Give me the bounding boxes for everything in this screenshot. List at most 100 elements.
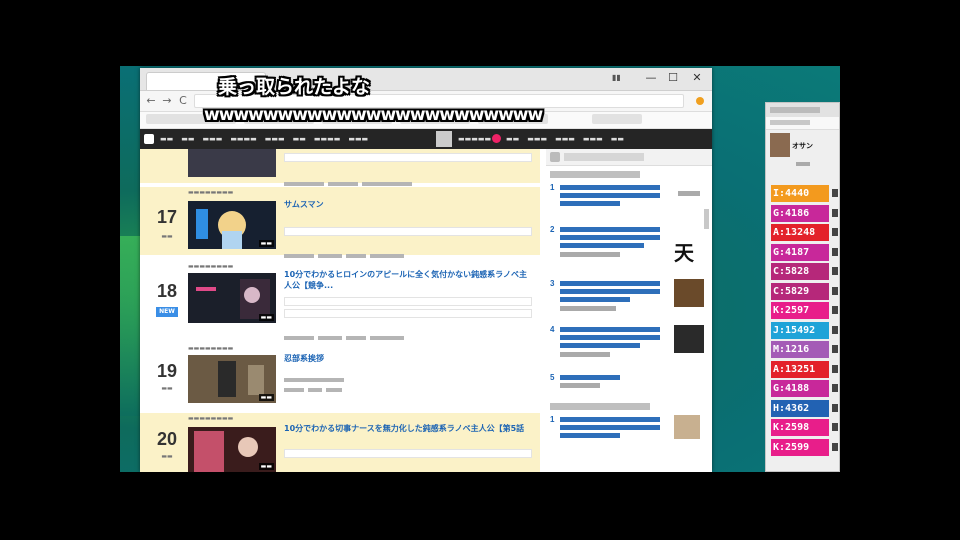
sidebar-item-link[interactable] <box>560 281 660 286</box>
user-avatar[interactable] <box>436 131 452 147</box>
video-stats <box>284 243 484 258</box>
sidebar-item-link[interactable] <box>560 343 640 348</box>
sidebar-item-link[interactable] <box>560 433 620 438</box>
video-duration: ▬▬ <box>258 240 274 247</box>
sidebar-item-link[interactable] <box>560 425 660 430</box>
video-thumbnail[interactable]: ▬▬ <box>188 273 276 323</box>
sidebar-item-thumbnail[interactable] <box>674 415 700 439</box>
sidebar-item-link[interactable] <box>560 417 660 422</box>
ranking-row[interactable]: ▬▬▬▬▬▬▬▬ 17 ▬▬ ▬▬ サムスマン <box>140 187 540 258</box>
sidebar-item-link[interactable] <box>560 297 630 302</box>
comment-text-fragment <box>832 189 838 197</box>
video-thumbnail[interactable]: ▬▬ <box>188 201 276 249</box>
profile-chip[interactable]: ▮▮ <box>612 73 621 82</box>
sidebar-item-number: 1 <box>550 415 555 424</box>
sidebar-item-link[interactable] <box>560 227 660 232</box>
ranking-row[interactable]: ▬▬▬▬▬▬▬▬ 20 ▬▬ ▬▬ 10分でわかる切事ナースを無力化した鈍感系ラ… <box>140 413 540 472</box>
sidebar-item-link[interactable] <box>560 375 620 380</box>
video-thumbnail[interactable]: ▬▬ <box>188 427 276 472</box>
ranking-row[interactable] <box>140 149 540 186</box>
ranking-row[interactable]: ▬▬▬▬▬▬▬▬ 18 NEW ▬▬ 10分でわかるヒロインのアピールに全く気付… <box>140 259 540 341</box>
comment-user-tag[interactable]: G:4187 <box>771 243 829 261</box>
upload-date: ▬▬▬▬▬▬▬▬ <box>188 263 234 270</box>
site-menu-right[interactable]: ▬▬ ▬▬▬ ▬▬▬ ▬▬▬ ▬▬ <box>506 129 632 149</box>
sidebar-item-link[interactable] <box>560 201 620 206</box>
sidebar: 1 2 天 3 4 5 1 <box>546 149 712 472</box>
comment-user-tag[interactable]: J:15492 <box>771 321 829 339</box>
comment-user-tag[interactable]: C:5828 <box>771 263 829 280</box>
rank-change: ▬▬ <box>161 453 173 460</box>
comment-user-tag[interactable]: A:13248 <box>771 224 829 241</box>
comment-user-tag[interactable]: A:13251 <box>771 360 829 378</box>
comment-user-tag[interactable]: H:4362 <box>771 399 829 417</box>
sidebar-item-link[interactable] <box>560 327 660 332</box>
sidebar-item-number: 4 <box>550 325 555 334</box>
sidebar-item[interactable]: 3 <box>550 279 710 313</box>
sidebar-item-link[interactable] <box>560 185 660 190</box>
sidebar-kanji-thumbnail[interactable]: 天 <box>674 237 694 266</box>
sidebar-item-thumbnail[interactable] <box>674 325 704 353</box>
column-header <box>796 162 810 166</box>
comment-text-fragment <box>832 267 838 275</box>
section-heading <box>550 171 640 178</box>
sidebar-item[interactable]: 1 <box>550 415 710 449</box>
sidebar-item-link[interactable] <box>560 193 660 198</box>
video-description <box>284 367 484 382</box>
extension-icon[interactable] <box>696 97 704 105</box>
reload-icon[interactable]: C <box>176 94 190 108</box>
overlay-comment: wwwwwwwwwwwwwwwwwwwwwww <box>204 105 543 125</box>
comment-user-tag[interactable]: M:1216 <box>771 341 829 358</box>
browser-window: ▮▮ — ☐ ✕ ← → C ▬▬ ▬▬ ▬▬▬ ▬▬▬▬ ▬▬▬ ▬▬ ▬▬▬▬ ▬▬▬ <box>140 68 712 472</box>
sidebar-item-link[interactable] <box>560 235 660 240</box>
video-description <box>284 309 532 318</box>
forward-icon[interactable]: → <box>160 94 174 108</box>
comment-user-tag[interactable]: K:2599 <box>771 438 829 456</box>
site-logo-icon[interactable] <box>144 134 154 144</box>
sidebar-item-link[interactable] <box>560 289 660 294</box>
video-thumbnail[interactable] <box>188 149 276 177</box>
video-description <box>284 227 532 236</box>
video-stats <box>284 377 484 392</box>
comment-text-fragment <box>832 384 838 392</box>
comment-user-tag[interactable]: K:2598 <box>771 419 829 436</box>
sidebar-item-meta <box>560 252 620 257</box>
sidebar-item-meta <box>560 306 616 311</box>
comment-text-fragment <box>832 286 838 295</box>
video-title[interactable]: 忍部系挨拶 <box>284 353 534 364</box>
sidebar-item-link[interactable] <box>560 243 644 248</box>
sidebar-item-meta <box>560 383 600 388</box>
sidebar-item[interactable]: 1 <box>550 183 710 217</box>
rank-number: 19 <box>156 361 178 381</box>
maximize-button[interactable]: ☐ <box>662 71 684 84</box>
minimize-button[interactable]: — <box>640 71 662 84</box>
site-navigation: ▬▬ ▬▬ ▬▬▬ ▬▬▬▬ ▬▬▬ ▬▬ ▬▬▬▬ ▬▬▬ ▬▬▬▬▬ ▬▬ ▬▬▬ ▬▬▬ ▬▬… <box>140 129 712 149</box>
site-menu[interactable]: ▬▬ ▬▬ ▬▬▬ ▬▬▬▬ ▬▬▬ ▬▬ ▬▬▬▬ ▬▬▬ <box>160 129 376 149</box>
video-description <box>284 153 532 162</box>
video-title[interactable]: サムスマン <box>284 199 534 210</box>
video-title[interactable]: 10分でわかるヒロインのアピールに全く気付かない鈍感系ラノベ主人公【競争... <box>284 269 534 291</box>
close-button[interactable]: ✕ <box>686 71 708 84</box>
comment-text-fragment <box>832 208 838 217</box>
video-thumbnail[interactable]: ▬▬ <box>188 355 276 403</box>
streamer-avatar <box>770 133 790 157</box>
sidebar-item[interactable]: 4 <box>550 325 710 359</box>
video-description <box>284 297 532 306</box>
captured-screen: ▮▮ — ☐ ✕ ← → C ▬▬ ▬▬ ▬▬▬ ▬▬▬▬ ▬▬▬ ▬▬ ▬▬▬▬ ▬▬▬ <box>120 66 840 472</box>
video-stats <box>284 325 484 340</box>
rank-number: 17 <box>156 207 178 227</box>
bookmark-item[interactable] <box>592 114 642 124</box>
sidebar-item-link[interactable] <box>560 335 660 340</box>
comment-user-tag[interactable]: I:4440 <box>771 185 829 202</box>
sidebar-item-meta <box>560 352 610 357</box>
comment-user-tag[interactable]: C:5829 <box>771 282 829 300</box>
comment-user-tag[interactable]: G:4188 <box>771 380 829 397</box>
comment-user-tag[interactable]: G:4186 <box>771 204 829 222</box>
sidebar-item[interactable]: 5 <box>550 373 710 389</box>
notification-icon[interactable] <box>492 134 501 143</box>
sidebar-item-number: 3 <box>550 279 555 288</box>
video-title[interactable]: 10分でわかる切事ナースを無力化した鈍感系ラノベ主人公【第5話 <box>284 423 534 434</box>
back-icon[interactable]: ← <box>144 94 158 108</box>
sidebar-item-thumbnail[interactable] <box>674 279 704 307</box>
comment-user-tag[interactable]: K:2597 <box>771 302 829 319</box>
ranking-row[interactable]: ▬▬▬▬▬▬▬▬ 19 ▬▬ ▬▬ 忍部系挨拶 <box>140 343 540 407</box>
